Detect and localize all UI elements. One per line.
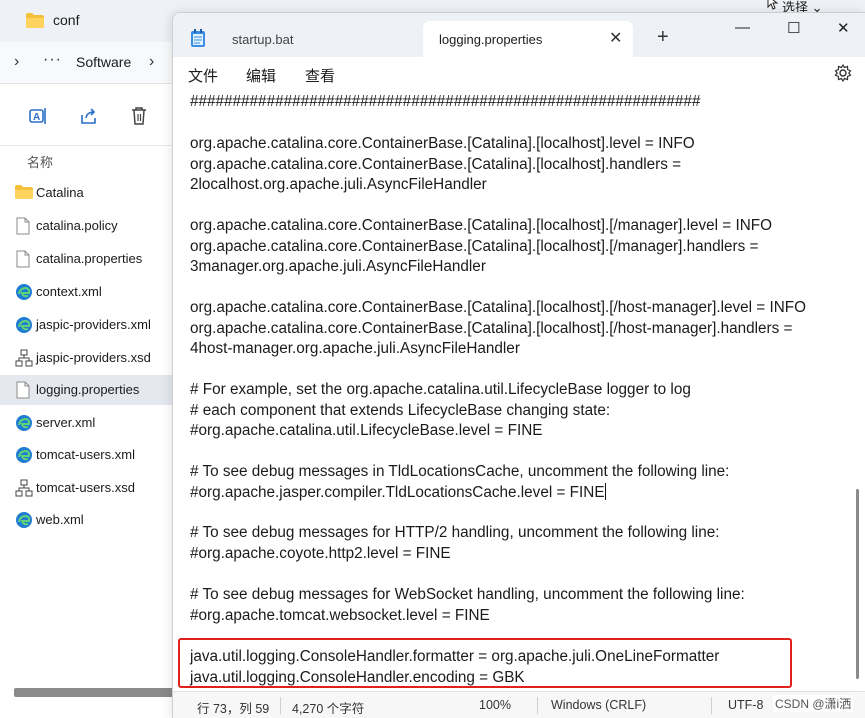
gear-icon[interactable] [834,63,852,87]
close-window-icon[interactable]: ✕ [837,19,850,37]
code-line-with-caret: #org.apache.jasper.compiler.TldLocations… [190,482,606,504]
list-item[interactable]: web.xml [0,505,175,535]
line-ending[interactable]: Windows (CRLF) [551,698,646,712]
chevron-right-icon[interactable]: › [149,53,154,71]
explorer-toolbar: A [0,84,175,146]
character-count: 4,270 个字符 [292,702,365,716]
file-name: tomcat-users.xml [36,447,135,462]
file-encoding[interactable]: UTF-8 [728,698,763,712]
xsd-icon [15,479,33,497]
file-name: catalina.properties [36,251,143,266]
code-line: ########################################… [190,93,701,110]
close-tab-icon[interactable]: ✕ [609,28,622,48]
code-line: # To see debug messages for WebSocket ha… [190,586,745,603]
menu-bar: 文件 编辑 查看 [173,57,865,91]
minimize-icon[interactable]: — [735,19,750,36]
file-name: jaspic-providers.xml [36,317,151,332]
code-line: # each component that extends LifecycleB… [190,401,611,419]
delete-icon[interactable] [130,106,148,131]
file-name: jaspic-providers.xsd [36,350,151,365]
list-item[interactable]: catalina.properties [0,244,175,274]
maximize-icon[interactable]: ☐ [787,19,800,37]
menu-view[interactable]: 查看 [305,65,335,86]
highlight-annotation-box [178,638,792,688]
watermark: CSDN @潇i洒 [773,695,854,712]
edge-icon [15,511,33,529]
list-item-selected[interactable]: logging.properties [0,375,175,405]
code-line: # To see debug messages for HTTP/2 handl… [190,524,720,541]
code-line: #org.apache.tomcat.websocket.level = FIN… [190,606,490,624]
list-item[interactable]: tomcat-users.xsd [0,473,175,503]
zoom-level[interactable]: 100% [479,698,511,712]
folder-icon [15,184,33,202]
share-icon[interactable] [79,106,99,131]
status-divider [711,697,712,714]
horizontal-scrollbar[interactable] [14,688,174,697]
file-name: web.xml [36,512,84,527]
rename-icon[interactable]: A [28,106,48,131]
menu-file[interactable]: 文件 [188,65,218,86]
file-name: catalina.policy [36,218,118,233]
svg-text:A: A [33,112,40,123]
tab-startup-bat[interactable]: startup.bat [173,21,423,57]
notepad-window: startup.bat logging.properties ✕ + — ☐ ✕… [172,12,865,718]
cursor-position: 行 73，列 59 [197,702,270,716]
code-line: org.apache.catalina.core.ContainerBase.[… [190,299,807,316]
text-editor[interactable]: ########################################… [173,91,865,691]
breadcrumb-software[interactable]: Software [76,54,131,70]
status-divider [537,697,538,714]
status-bar: 行 73，列 59 4,270 个字符 100% Windows (CRLF) … [173,691,865,718]
tab-label: startup.bat [232,32,294,47]
text-caret [604,482,606,500]
list-item[interactable]: Catalina [0,178,175,208]
code-line: #org.apache.catalina.util.LifecycleBase.… [190,422,543,439]
code-line: org.apache.catalina.core.ContainerBase.[… [190,135,695,152]
file-name: server.xml [36,415,96,430]
code-line: 4host-manager.org.apache.juli.AsyncFileH… [190,340,520,357]
column-header-name[interactable]: 名称 [27,152,53,171]
code-line: org.apache.catalina.core.ContainerBase.[… [190,237,759,255]
tab-bar: startup.bat logging.properties ✕ + — ☐ ✕ [173,13,865,57]
code-line: org.apache.catalina.core.ContainerBase.[… [190,155,682,173]
code-line: # For example, set the org.apache.catali… [190,381,691,398]
edge-icon [15,446,33,464]
code-line-text: #org.apache.jasper.compiler.TldLocations… [190,483,605,501]
code-line: org.apache.catalina.core.ContainerBase.[… [190,217,773,234]
code-line: 2localhost.org.apache.juli.AsyncFileHand… [190,176,487,193]
breadcrumb-overflow[interactable]: ··· [43,51,62,69]
xsd-icon [15,349,33,367]
chevron-right-icon[interactable]: › [14,53,19,71]
file-icon [15,250,33,268]
file-name: context.xml [36,284,102,299]
list-item[interactable]: context.xml [0,277,175,307]
folder-icon [26,13,44,33]
add-tab-icon[interactable]: + [657,27,669,47]
edge-icon [15,414,33,432]
list-item[interactable]: catalina.policy [0,211,175,241]
code-line: #org.apache.coyote.http2.level = FINE [190,544,451,562]
file-name: tomcat-users.xsd [36,480,135,495]
file-name: logging.properties [36,382,140,397]
menu-edit[interactable]: 编辑 [246,65,276,86]
edge-icon [15,316,33,334]
file-icon [15,381,33,399]
status-divider [280,697,281,714]
vertical-scrollbar[interactable] [856,489,859,679]
code-line: org.apache.catalina.core.ContainerBase.[… [190,319,793,337]
address-bar: › ··· Software › [0,42,175,84]
tab-logging-properties[interactable]: logging.properties ✕ [423,21,633,57]
file-name: Catalina [36,185,84,200]
list-item[interactable]: jaspic-providers.xsd [0,343,175,373]
tab-label: logging.properties [439,32,543,47]
list-item[interactable]: tomcat-users.xml [0,440,175,470]
code-line: 3manager.org.apache.juli.AsyncFileHandle… [190,258,486,275]
list-item[interactable]: server.xml [0,408,175,438]
file-icon [15,217,33,235]
list-item[interactable]: jaspic-providers.xml [0,310,175,340]
explorer-tab-title[interactable]: conf [53,12,79,28]
edge-icon [15,283,33,301]
code-line: # To see debug messages in TldLocationsC… [190,463,730,480]
